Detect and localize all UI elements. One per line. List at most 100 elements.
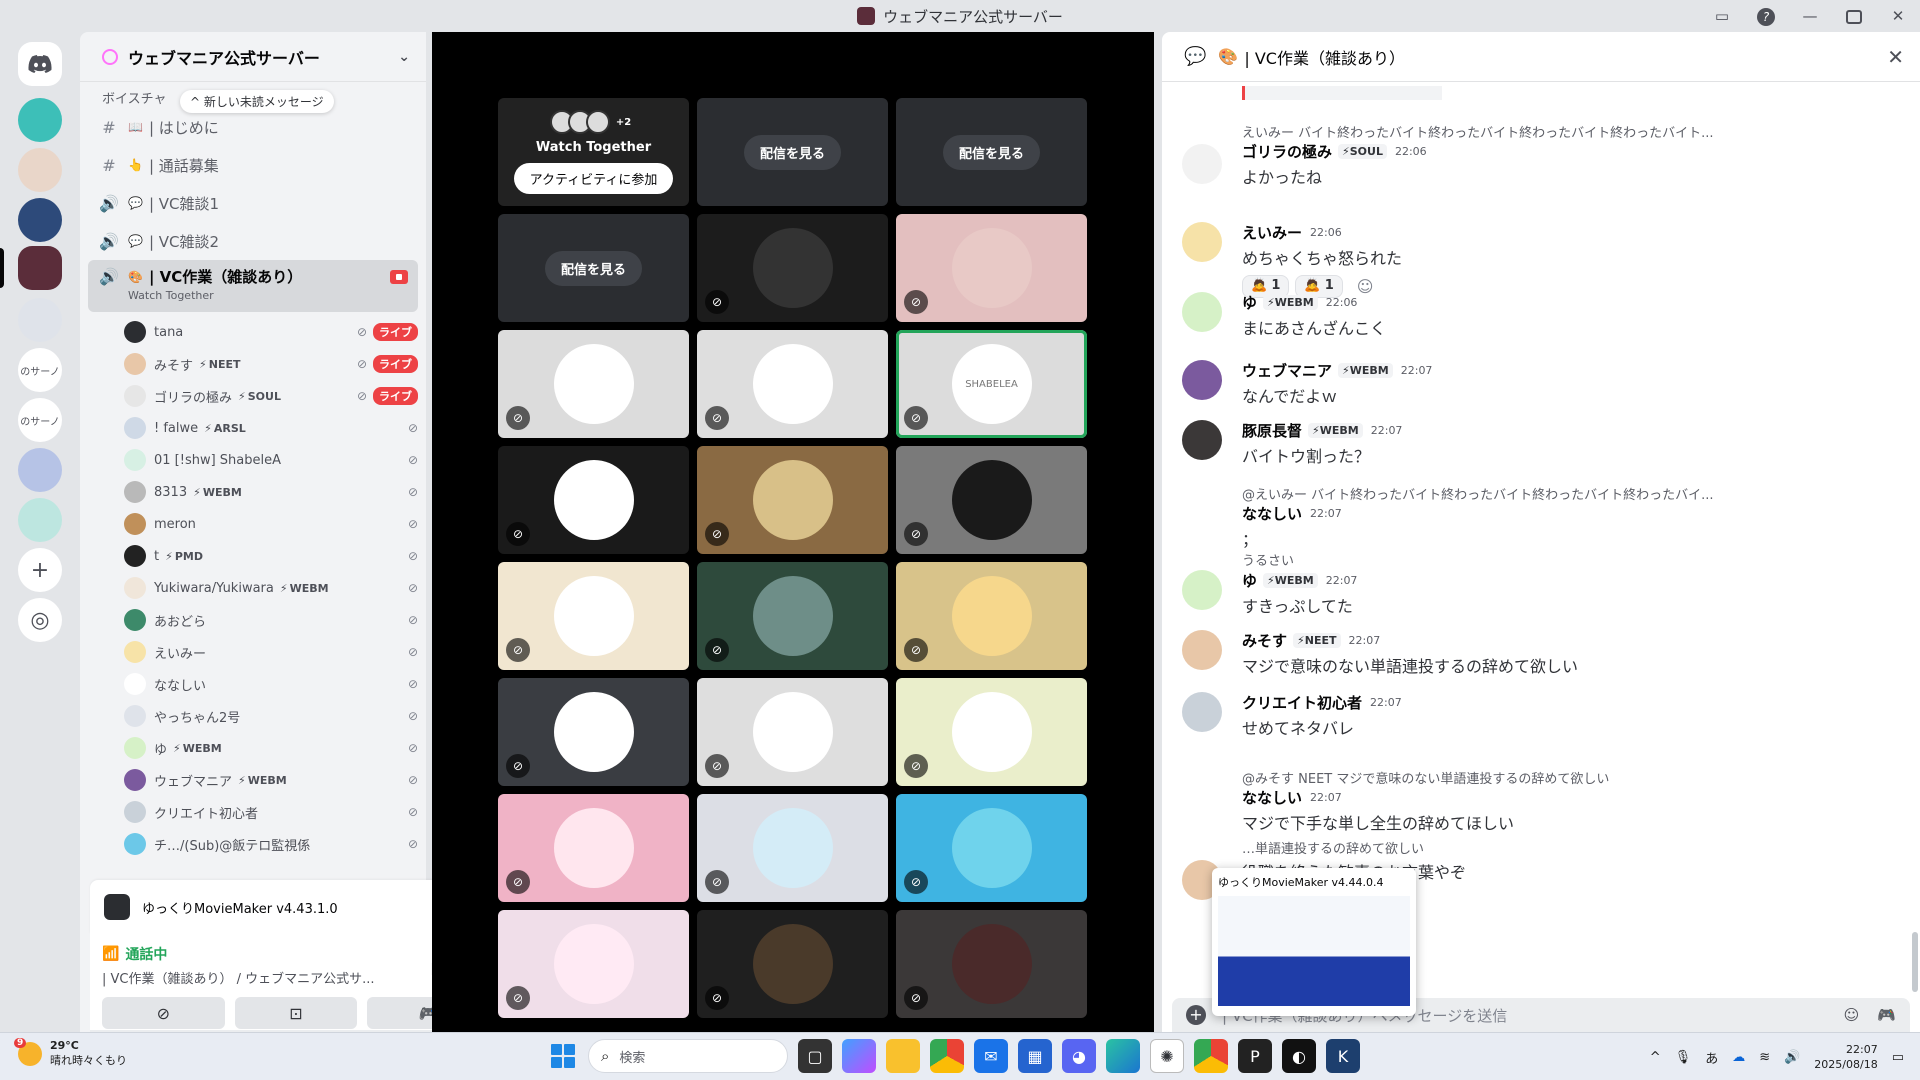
message-author[interactable]: ウェブマニア	[1242, 360, 1332, 381]
user-tile[interactable]: ⊘	[697, 794, 888, 902]
watch-together-tile[interactable]: +2 Watch Together アクティビティに参加	[498, 98, 689, 206]
voice-user[interactable]: えいみー ⊘	[124, 636, 418, 668]
discover-icon[interactable]: ◎	[18, 598, 62, 642]
inbox-icon[interactable]: ▭	[1700, 7, 1744, 25]
chat-message[interactable]: 豚原長督 ⚡ WEBM 22:07 バイトウ割った？	[1182, 420, 1880, 467]
voice-user[interactable]: meron ⊘	[124, 508, 418, 540]
reply-preview[interactable]: @みそす NEET マジで意味のない単語連投するの辞めて欲しい	[1242, 768, 1880, 787]
weather-widget[interactable]: 9 29°C 晴れ時々くもり	[14, 1037, 127, 1068]
volume-icon[interactable]: 🔊	[1784, 1050, 1800, 1065]
discord-home-icon[interactable]	[18, 42, 62, 86]
chat-message[interactable]: @みそす NEET マジで意味のない単語連投するの辞めて欲しい ななしい 22:07…	[1182, 768, 1880, 834]
voice-user[interactable]: みそす ⚡ NEET ⊘ ライブ	[124, 348, 418, 380]
screen-share-button[interactable]: ⊡	[234, 997, 358, 1029]
new-messages-pill[interactable]: ^ 新しい未読メッセージ	[180, 90, 334, 113]
copilot-icon[interactable]	[842, 1039, 876, 1073]
minimize-button[interactable]: —	[1788, 7, 1832, 25]
chat-message[interactable]: えいみー バイト終わったバイト終わったバイト終わったバイト終わったバイト... ゴ…	[1182, 122, 1880, 188]
chrome-icon[interactable]	[930, 1039, 964, 1073]
user-tile[interactable]: ⊘	[697, 678, 888, 786]
app-icon[interactable]: P	[1238, 1039, 1272, 1073]
message-author[interactable]: クリエイト初心者	[1242, 692, 1362, 713]
voice-user[interactable]: tana ⊘ ライブ	[124, 316, 418, 348]
stream-tile[interactable]: 配信を見る	[498, 214, 689, 322]
file-explorer-icon[interactable]	[886, 1039, 920, 1073]
message-author[interactable]: ゆ	[1242, 292, 1257, 313]
maximize-button[interactable]	[1832, 7, 1876, 25]
user-tile[interactable]: ⊘	[896, 562, 1087, 670]
voice-user[interactable]: ゆ ⚡ WEBM ⊘	[124, 732, 418, 764]
window-preview[interactable]: ゆっくりMovieMaker v4.44.0.4	[1212, 868, 1416, 1016]
windows-start-icon[interactable]	[548, 1041, 578, 1071]
user-tile[interactable]: ⊘	[896, 910, 1087, 1018]
user-tile[interactable]: ⊘	[498, 794, 689, 902]
server-icon-3[interactable]	[18, 198, 62, 242]
server-icon-2[interactable]	[18, 148, 62, 192]
stream-tile[interactable]: 配信を見る	[697, 98, 888, 206]
onedrive-icon[interactable]: ☁	[1732, 1050, 1745, 1065]
avatar[interactable]	[1182, 506, 1222, 546]
user-tile[interactable]: ⊘	[896, 446, 1087, 554]
voice-user[interactable]: あおどら ⊘	[124, 604, 418, 636]
user-tile[interactable]: ⊘	[697, 562, 888, 670]
avatar[interactable]	[1182, 630, 1222, 670]
channel-vc-zatsudan-1[interactable]: 🔊 💬 | VC雑談1	[88, 184, 418, 222]
reply-preview[interactable]: …単語連投するの辞めて欲しい	[1242, 838, 1880, 857]
voice-user[interactable]: Yukiwara/Yukiwara ⚡ WEBM ⊘	[124, 572, 418, 604]
mail-icon[interactable]: ✉	[974, 1039, 1008, 1073]
avatar[interactable]	[1182, 420, 1222, 460]
message-author[interactable]: 豚原長督	[1242, 420, 1302, 441]
voice-user[interactable]: ななしい ⊘	[124, 668, 418, 700]
message-author[interactable]: ゴリラの極み	[1242, 141, 1332, 162]
wifi-icon[interactable]: ≋	[1759, 1050, 1770, 1065]
edge-icon[interactable]	[1106, 1039, 1140, 1073]
channel-vc-zatsudan-2[interactable]: 🔊 💬 | VC雑談2	[88, 222, 418, 260]
voice-user[interactable]: クリエイト初心者 ⊘	[124, 796, 418, 828]
user-tile[interactable]: ⊘	[896, 678, 1087, 786]
user-tile[interactable]: ⊘	[498, 446, 689, 554]
server-icon-8[interactable]	[18, 448, 62, 492]
server-icon-webmania[interactable]	[18, 246, 62, 290]
activity-icon[interactable]: 🎮	[1877, 1006, 1896, 1024]
chat-message[interactable]: ウェブマニア ⚡ WEBM 22:07 なんでだよｗ	[1182, 360, 1880, 407]
user-tile[interactable]: ⊘	[498, 330, 689, 438]
user-tile[interactable]: ⊘	[697, 330, 888, 438]
watch-stream-button[interactable]: 配信を見る	[743, 134, 841, 170]
watch-stream-button[interactable]: 配信を見る	[942, 134, 1040, 170]
message-author[interactable]: ゆ	[1242, 570, 1257, 591]
avatar[interactable]	[1182, 692, 1222, 732]
chat-scrollbar[interactable]	[1912, 932, 1918, 992]
server-icon-5[interactable]	[18, 298, 62, 342]
voice-user[interactable]: ! falwe ⚡ ARSL ⊘	[124, 412, 418, 444]
server-icon-9[interactable]	[18, 498, 62, 542]
clock[interactable]: 22:07 2025/08/18	[1814, 1042, 1877, 1072]
chrome-profile-icon[interactable]	[1194, 1039, 1228, 1073]
stream-tile[interactable]: 配信を見る	[896, 98, 1087, 206]
user-tile[interactable]: ⊘	[697, 446, 888, 554]
voice-user[interactable]: やっちゃん2号 ⊘	[124, 700, 418, 732]
discord-taskbar-icon[interactable]: ◕	[1062, 1039, 1096, 1073]
reply-preview[interactable]: @えいみー バイト終わったバイト終わったバイト終わったバイト終わったバイ...	[1242, 484, 1880, 503]
reply-preview[interactable]: えいみー バイト終わったバイト終わったバイト終わったバイト終わったバイト...	[1242, 122, 1880, 141]
join-activity-button[interactable]: アクティビティに参加	[513, 163, 674, 194]
chat-message[interactable]: みそす ⚡ NEET 22:07 マジで意味のない単語連投するの辞めて欲しい	[1182, 630, 1880, 677]
avatar[interactable]	[1182, 222, 1222, 262]
user-tile[interactable]: ⊘	[498, 678, 689, 786]
channel-vc-sagyo[interactable]: 🔊 🎨 | VC作業（雑談あり） Watch Together	[88, 260, 418, 312]
server-folder-2[interactable]: のサーノ	[18, 398, 62, 442]
voice-user[interactable]: ゴリラの極み ⚡ SOUL ⊘ ライブ	[124, 380, 418, 412]
chat-message[interactable]: えいみー 22:06 めちゃくちゃ怒られた 🙇 1 🙇 1 ☺	[1182, 222, 1880, 298]
add-server-icon[interactable]: +	[18, 548, 62, 592]
voice-user[interactable]: 8313 ⚡ WEBM ⊘	[124, 476, 418, 508]
app-icon-k[interactable]: K	[1326, 1039, 1360, 1073]
message-author[interactable]: ななしい	[1242, 503, 1302, 524]
microphone-icon[interactable]: 🎙	[1675, 1050, 1692, 1065]
avatar[interactable]	[1182, 292, 1222, 332]
voice-user[interactable]: チ…/(Sub)@飯テロ監視係 ⊘	[124, 828, 418, 860]
search-box[interactable]: ⌕ 検索	[588, 1039, 788, 1073]
message-author[interactable]: ななしい	[1242, 787, 1302, 808]
notifications-icon[interactable]: ▭	[1892, 1050, 1904, 1065]
camera-off-button[interactable]: ⊘	[102, 997, 225, 1029]
add-attachment-icon[interactable]: +	[1186, 1005, 1206, 1025]
close-icon[interactable]: ✕	[1887, 45, 1904, 69]
